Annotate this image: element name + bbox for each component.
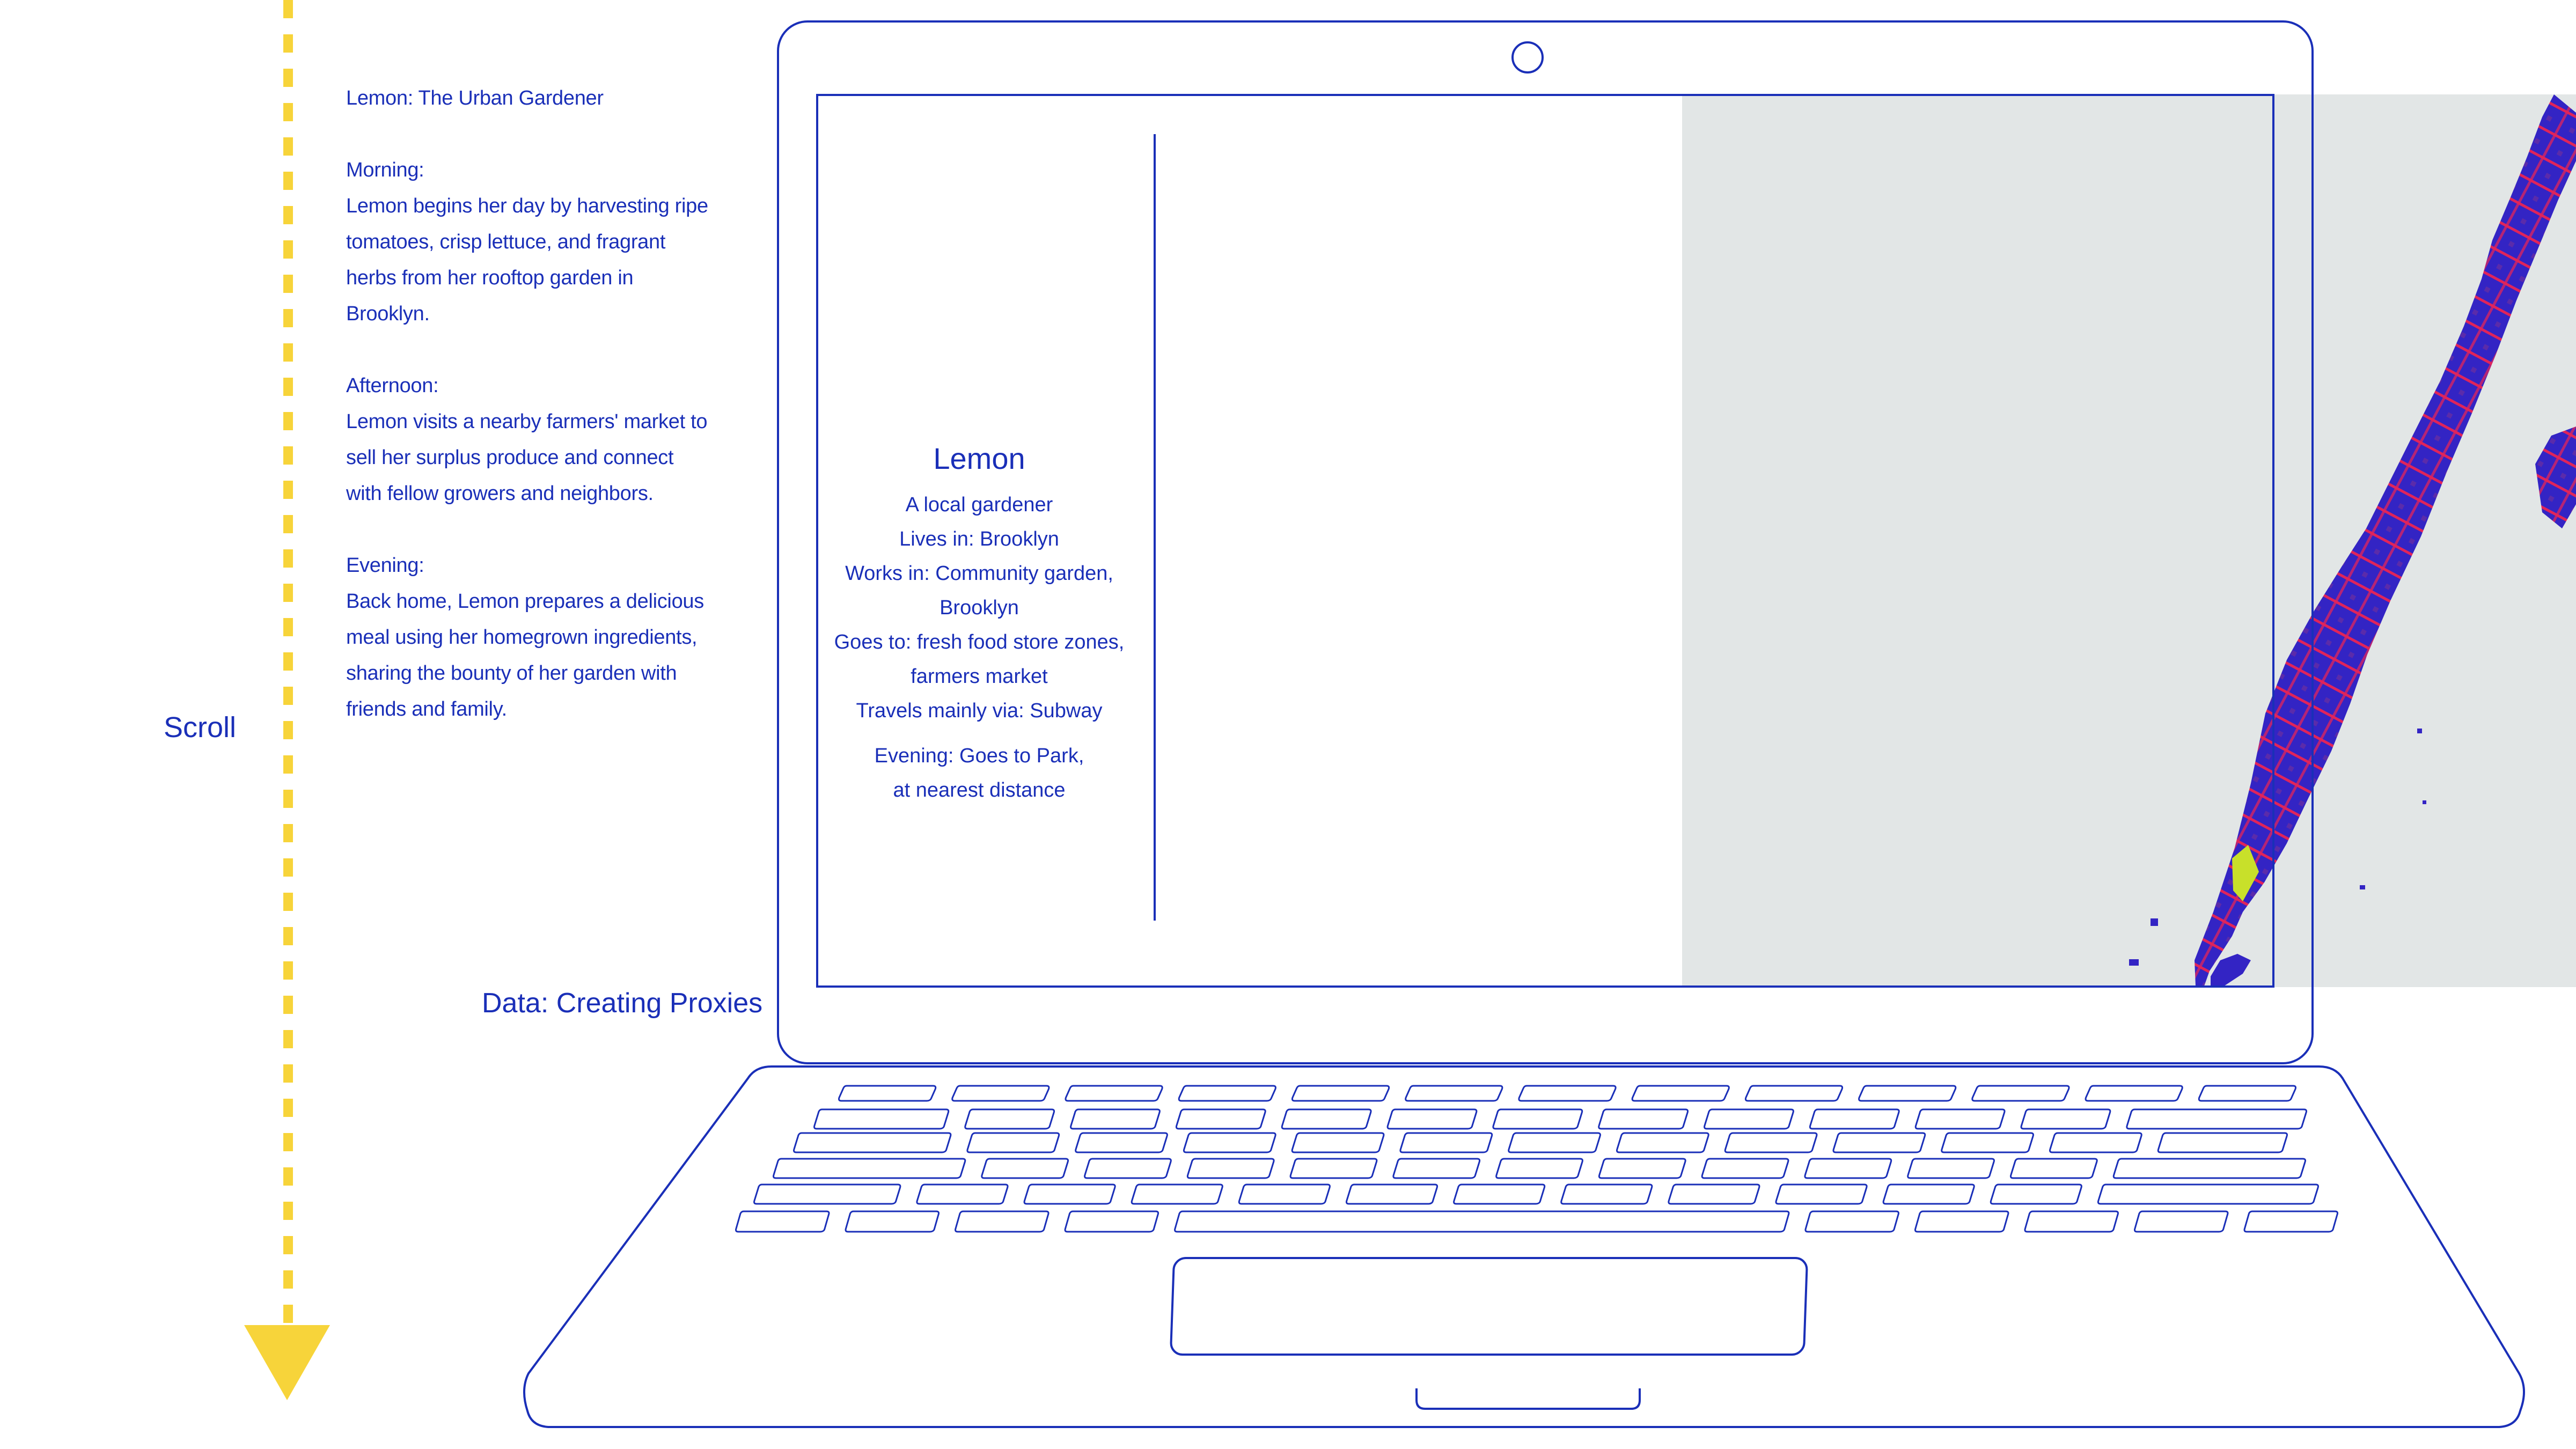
- keyboard-key[interactable]: [2112, 1158, 2306, 1179]
- keyboard-key[interactable]: [1560, 1183, 1653, 1205]
- keyboard-key[interactable]: [1405, 1085, 1503, 1102]
- persona-name: Lemon: [933, 442, 1025, 475]
- keyboard-key[interactable]: [1858, 1085, 1957, 1102]
- keyboard[interactable]: [735, 1085, 2338, 1233]
- keyboard-key[interactable]: [1914, 1210, 2009, 1233]
- persona-travels: Travels mainly via: Subway: [856, 700, 1103, 722]
- keyboard-key[interactable]: [1882, 1183, 1975, 1205]
- keyboard-key[interactable]: [2126, 1108, 2307, 1130]
- keyboard-key[interactable]: [1809, 1108, 1900, 1130]
- keyboard-key[interactable]: [2243, 1210, 2338, 1233]
- keyboard-key[interactable]: [1631, 1085, 1730, 1102]
- keyboard-key[interactable]: [1175, 1108, 1266, 1130]
- keyboard-key[interactable]: [1178, 1085, 1276, 1102]
- keyboard-key[interactable]: [1598, 1158, 1686, 1179]
- persona-evening: Evening: Goes to Park, at nearest distan…: [874, 745, 1084, 801]
- keyboard-key[interactable]: [1345, 1183, 1439, 1205]
- persona-goes-to: Goes to: fresh food store zones, farmers…: [834, 631, 1125, 688]
- keyboard-key[interactable]: [951, 1085, 1050, 1102]
- keyboard-key[interactable]: [966, 1132, 1060, 1153]
- trackpad[interactable]: [1170, 1257, 1808, 1356]
- keyboard-key[interactable]: [735, 1210, 830, 1233]
- keyboard-key[interactable]: [1832, 1132, 1926, 1153]
- keyboard-key[interactable]: [955, 1210, 1050, 1233]
- persona-profile: Lemon A local gardener Lives in: Brookly…: [818, 437, 1140, 807]
- keyboard-key[interactable]: [2009, 1158, 2098, 1179]
- keyboard-key[interactable]: [773, 1158, 966, 1179]
- keyboard-key[interactable]: [1291, 1085, 1390, 1102]
- keyboard-key[interactable]: [916, 1183, 1009, 1205]
- keyboard-key[interactable]: [1386, 1108, 1478, 1130]
- keyboard-key[interactable]: [1174, 1210, 1790, 1233]
- keyboard-key[interactable]: [1131, 1183, 1223, 1205]
- keyboard-key[interactable]: [1990, 1183, 2082, 1205]
- keyboard-key[interactable]: [1186, 1158, 1275, 1179]
- keyboard-key[interactable]: [1914, 1108, 2006, 1130]
- keyboard-key[interactable]: [838, 1085, 937, 1102]
- persona-lives-in: Lives in: Brooklyn: [899, 528, 1059, 550]
- keyboard-key[interactable]: [2024, 1210, 2119, 1233]
- keyboard-key[interactable]: [1907, 1158, 1995, 1179]
- keyboard-key[interactable]: [1616, 1132, 1709, 1153]
- keyboard-key[interactable]: [2049, 1132, 2142, 1153]
- keyboard-key[interactable]: [1518, 1085, 1617, 1102]
- keyboard-key[interactable]: [1065, 1085, 1163, 1102]
- keyboard-key[interactable]: [964, 1108, 1055, 1130]
- keyboard-key[interactable]: [2133, 1210, 2229, 1233]
- scroll-arrow-icon[interactable]: [244, 0, 330, 1400]
- keyboard-key[interactable]: [1070, 1108, 1161, 1130]
- keyboard-key[interactable]: [2157, 1132, 2288, 1153]
- keyboard-key[interactable]: [981, 1158, 1069, 1179]
- keyboard-key[interactable]: [1971, 1085, 2070, 1102]
- laptop-notch: [1415, 1388, 1641, 1410]
- keyboard-key[interactable]: [1804, 1158, 1892, 1179]
- persona-description: A local gardener: [905, 494, 1053, 516]
- keyboard-key[interactable]: [1598, 1108, 1689, 1130]
- keyboard-key[interactable]: [1495, 1158, 1583, 1179]
- keyboard-key[interactable]: [1704, 1108, 1794, 1130]
- keyboard-key[interactable]: [1399, 1132, 1493, 1153]
- keyboard-key[interactable]: [2198, 1085, 2296, 1102]
- keyboard-key[interactable]: [793, 1132, 952, 1153]
- keyboard-key[interactable]: [1775, 1183, 1868, 1205]
- keyboard-key[interactable]: [1291, 1132, 1385, 1153]
- keyboard-key[interactable]: [1064, 1210, 1159, 1233]
- laptop-base: [523, 1065, 2526, 1428]
- keyboard-key[interactable]: [1941, 1132, 2034, 1153]
- keyboard-key[interactable]: [845, 1210, 940, 1233]
- persona-works-in: Works in: Community garden, Brooklyn: [845, 562, 1113, 619]
- keyboard-key[interactable]: [1724, 1132, 1818, 1153]
- keyboard-key[interactable]: [1804, 1210, 1899, 1233]
- keyboard-key[interactable]: [1075, 1132, 1168, 1153]
- keyboard-key[interactable]: [2097, 1183, 2319, 1205]
- keyboard-key[interactable]: [1701, 1158, 1789, 1179]
- keyboard-key[interactable]: [1492, 1108, 1583, 1130]
- illustration: [244, 0, 2576, 1428]
- keyboard-key[interactable]: [1238, 1183, 1331, 1205]
- keyboard-key[interactable]: [1392, 1158, 1481, 1179]
- keyboard-key[interactable]: [1668, 1183, 1760, 1205]
- keyboard-key[interactable]: [1508, 1132, 1601, 1153]
- keyboard-key[interactable]: [1453, 1183, 1546, 1205]
- keyboard-key[interactable]: [1281, 1108, 1372, 1130]
- keyboard-key[interactable]: [1744, 1085, 1844, 1102]
- keyboard-key[interactable]: [1183, 1132, 1276, 1153]
- keyboard-key[interactable]: [1084, 1158, 1172, 1179]
- keyboard-key[interactable]: [1023, 1183, 1116, 1205]
- webcam-icon: [1511, 41, 1544, 73]
- keyboard-key[interactable]: [2020, 1108, 2111, 1130]
- keyboard-key[interactable]: [753, 1183, 901, 1205]
- keyboard-key[interactable]: [2085, 1085, 2183, 1102]
- keyboard-key[interactable]: [1289, 1158, 1378, 1179]
- keyboard-key[interactable]: [813, 1108, 950, 1130]
